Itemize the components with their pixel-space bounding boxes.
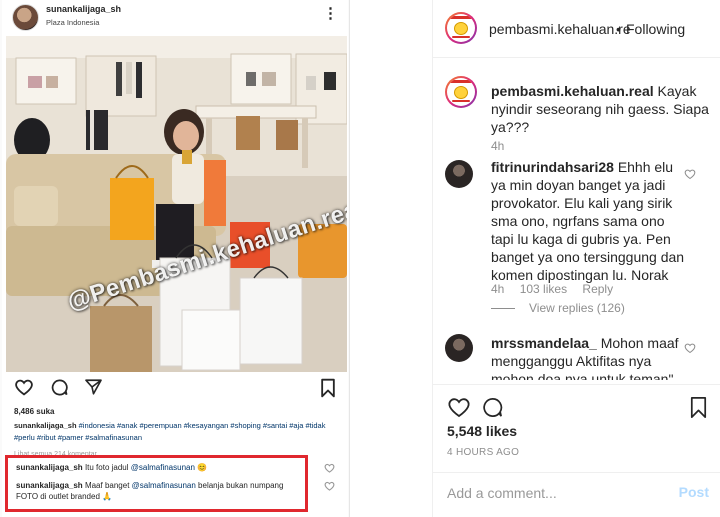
caption-text: pembasmi.kehaluan.real Kayak nyindir ses… xyxy=(491,82,713,136)
separator-dot: • xyxy=(616,21,621,37)
repost-username: sunankalijaga_sh xyxy=(46,4,122,14)
comment-body: Ehhh elu ya min doyan banget ya jadi pro… xyxy=(491,159,685,283)
view-replies-label[interactable]: View replies (126) xyxy=(529,301,625,315)
view-replies-button[interactable]: View replies (126) xyxy=(491,301,625,315)
store-scene-illustration xyxy=(6,36,347,372)
share-icon xyxy=(85,379,102,395)
comment-like-heart-icon[interactable] xyxy=(684,342,696,354)
account-name-link[interactable]: pembasmi.kehaluan.re xyxy=(489,21,631,37)
post-comment-button[interactable]: Post xyxy=(679,484,709,500)
comment-user: sunankalijaga_sh xyxy=(16,481,83,490)
repost-action-bar xyxy=(6,374,346,402)
repost-caption-user: sunankalijaga_sh xyxy=(14,421,77,430)
caption-user-link[interactable]: pembasmi.kehaluan.real xyxy=(491,83,654,99)
add-comment-input[interactable] xyxy=(447,483,667,503)
comment-icon[interactable] xyxy=(481,396,504,419)
post-likes-count[interactable]: 5,548 likes xyxy=(447,423,517,439)
post-side-panel: pembasmi.kehaluan.re • Following pembasm… xyxy=(432,0,720,517)
comment-text: Itu foto jadul xyxy=(84,463,129,472)
comment-like-heart-icon[interactable] xyxy=(684,168,696,180)
following-button[interactable]: Following xyxy=(626,21,685,37)
post-timestamp: 4 HOURS AGO xyxy=(447,447,520,458)
comment-mention: @salmafinasunan xyxy=(131,481,196,490)
repost-likes: 8,486 suka xyxy=(14,407,55,416)
repost-header: sunankalijaga_sh Plaza Indonesia ⋮ xyxy=(6,0,346,36)
comment-text: Maaf banget xyxy=(84,481,130,490)
repost-comment: sunankalijaga_sh Maaf banget @salmafinas… xyxy=(16,480,301,502)
account-avatar[interactable] xyxy=(445,12,477,44)
comment-icon xyxy=(51,379,68,396)
comment-likes[interactable]: 103 likes xyxy=(520,282,567,296)
caption-time: 4h xyxy=(491,139,505,153)
add-comment-bar: Post xyxy=(433,472,720,512)
comment-time: 4h xyxy=(491,282,505,296)
comment-emoji: 😊 xyxy=(197,463,208,472)
more-options-icon: ⋮ xyxy=(323,5,338,22)
caption-avatar[interactable] xyxy=(445,76,477,108)
bookmark-icon xyxy=(321,378,335,398)
repost-photo: @Pembasmi.kehaluan.real xyxy=(6,36,347,372)
comment-text: fitrinurindahsari28 Ehhh elu ya min doya… xyxy=(491,158,686,284)
comment-mention: @salmafinasunan xyxy=(130,463,195,472)
comment-text: mrssmandelaa_ Mohon maaf mengganggu Akti… xyxy=(491,334,686,380)
repost-comment: sunankalijaga_sh Itu foto jadul @salmafi… xyxy=(16,462,207,473)
commenter-avatar[interactable] xyxy=(445,334,473,362)
repost-image: sunankalijaga_sh Plaza Indonesia ⋮ @Pemb… xyxy=(0,0,350,517)
repost-avatar xyxy=(12,4,39,31)
highlighted-comments: sunankalijaga_sh Itu foto jadul @salmafi… xyxy=(5,455,308,512)
post-header: pembasmi.kehaluan.re • Following xyxy=(433,0,720,58)
comment-user: sunankalijaga_sh xyxy=(16,463,83,472)
like-heart-icon[interactable] xyxy=(447,396,471,418)
commenter-username-link[interactable]: mrssmandelaa_ xyxy=(491,335,597,351)
repost-location: Plaza Indonesia xyxy=(46,18,100,27)
comment-meta: 4h 103 likes Reply xyxy=(491,282,625,296)
repost-frame: sunankalijaga_sh Plaza Indonesia ⋮ @Pemb… xyxy=(2,0,348,517)
commenter-username-link[interactable]: fitrinurindahsari28 xyxy=(491,159,614,175)
view-replies-line xyxy=(491,308,515,310)
heart-icon xyxy=(15,379,33,396)
repost-caption: sunankalijaga_sh #indonesia #anak #perem… xyxy=(14,420,344,444)
commenter-avatar[interactable] xyxy=(445,160,473,188)
heart-icon xyxy=(324,481,335,491)
reply-button[interactable]: Reply xyxy=(582,282,613,296)
bookmark-icon[interactable] xyxy=(689,396,708,419)
heart-icon xyxy=(324,463,335,473)
